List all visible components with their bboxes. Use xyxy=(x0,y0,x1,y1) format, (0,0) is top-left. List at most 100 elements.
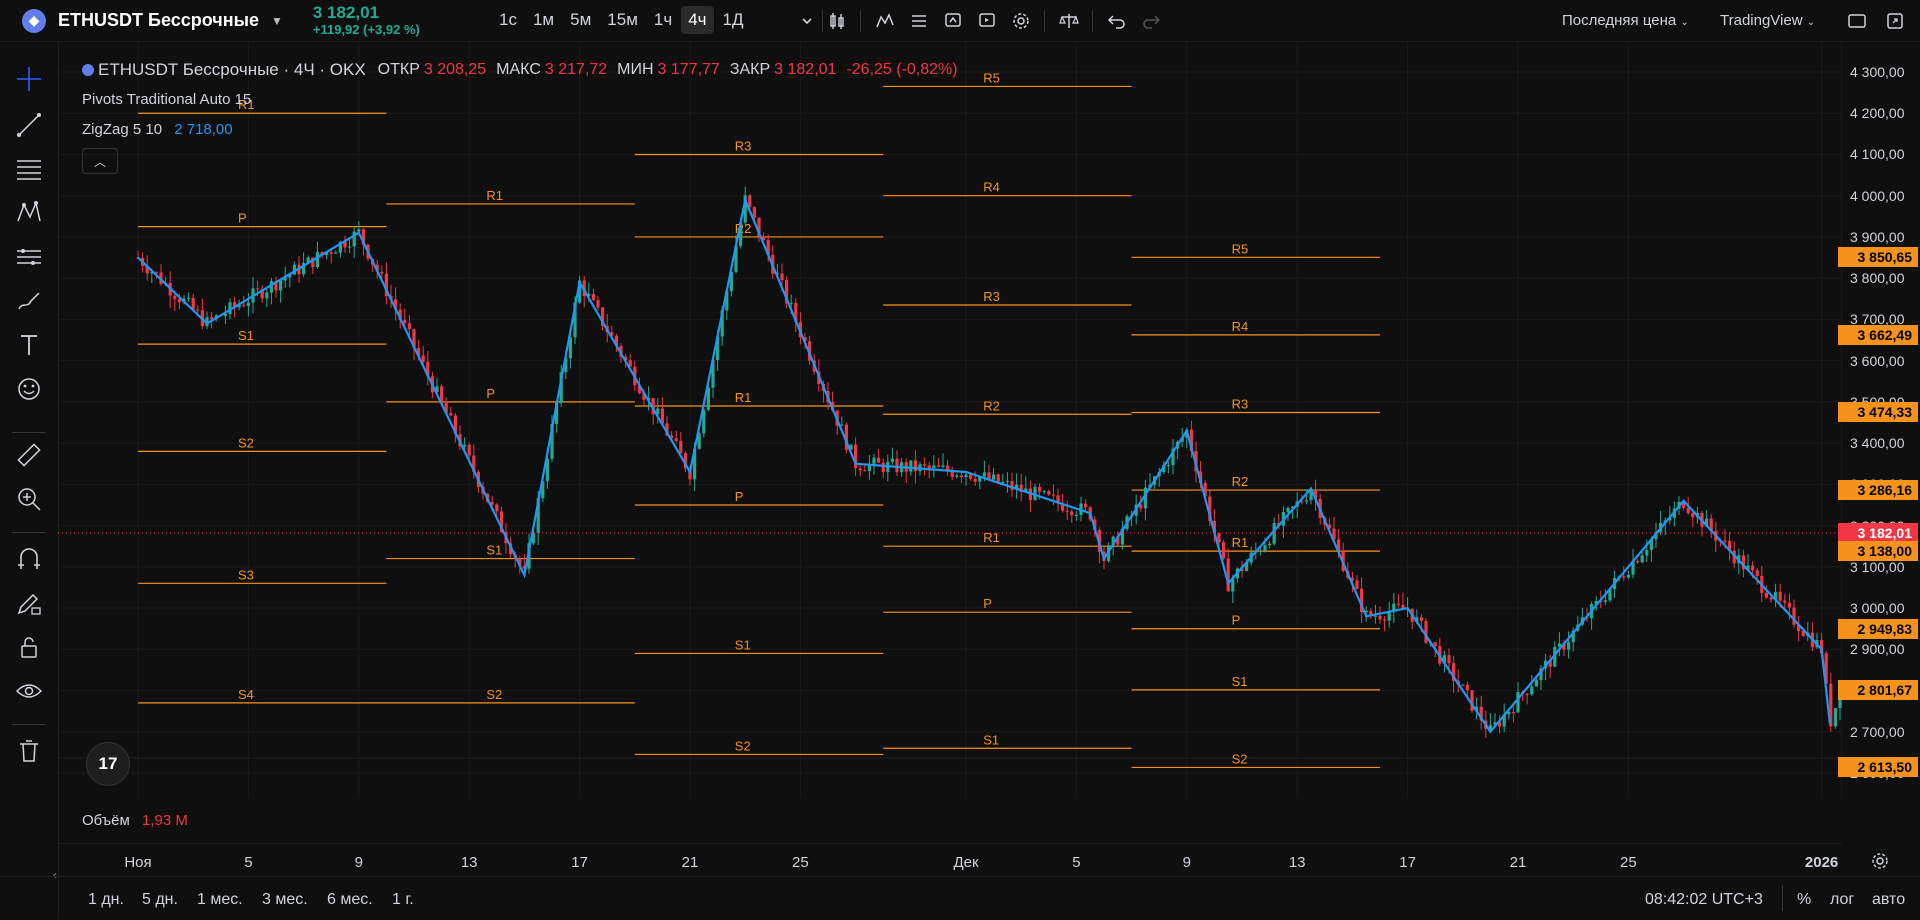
trend-line-icon[interactable] xyxy=(14,110,44,140)
log-toggle[interactable]: лог xyxy=(1830,891,1854,909)
candle-body xyxy=(881,462,885,472)
range-button-1[interactable]: 5 дн. xyxy=(142,891,178,909)
percent-toggle[interactable]: % xyxy=(1797,891,1811,909)
candle-body xyxy=(895,458,899,473)
interval-2[interactable]: 5м xyxy=(563,6,598,34)
candle-body xyxy=(1258,550,1262,552)
clock[interactable]: 08:42:02 UTC+3 xyxy=(1645,891,1763,909)
redo-icon[interactable] xyxy=(1140,10,1162,32)
candle-body xyxy=(1516,692,1520,713)
interval-0[interactable]: 1с xyxy=(492,6,524,34)
lock-drawing-icon[interactable] xyxy=(14,588,44,618)
interval-3[interactable]: 15м xyxy=(600,6,645,34)
price-type-selector[interactable]: Последняя цена ⌄ xyxy=(1562,12,1689,29)
candle-body xyxy=(780,273,784,281)
zigzag-label: ZigZag 5 10 xyxy=(82,121,163,138)
trash-icon[interactable] xyxy=(14,736,44,766)
interval-6[interactable]: 1Д xyxy=(716,6,751,34)
candle-body xyxy=(242,305,246,307)
candle-body xyxy=(1217,532,1221,543)
zigzag-indicator[interactable]: ZigZag 5 10 2 718,00 xyxy=(82,121,233,138)
candle-body xyxy=(1373,615,1377,617)
candle-body xyxy=(1838,699,1842,709)
time-axis[interactable]: Ноя 5 9 13 17 21 25 Дек 5 9 13 17 21 25 2026 xyxy=(58,843,1842,877)
fib-retracement-icon[interactable] xyxy=(14,154,44,184)
templates-icon[interactable] xyxy=(908,10,930,32)
auto-toggle[interactable]: авто xyxy=(1872,891,1905,909)
replay-icon[interactable] xyxy=(976,10,998,32)
settings-gear-icon[interactable] xyxy=(1010,10,1032,32)
brush-icon[interactable] xyxy=(14,286,44,316)
indicators-icon[interactable] xyxy=(874,10,896,32)
pivot-level-label: P xyxy=(1232,613,1241,628)
candle-body xyxy=(1074,514,1078,516)
brand-selector[interactable]: TradingView ⌄ xyxy=(1720,12,1815,29)
candle-body xyxy=(1764,592,1768,598)
time-axis-label: 17 xyxy=(571,854,588,871)
text-icon[interactable] xyxy=(14,330,44,360)
price-axis-label: 4 200,00 xyxy=(1850,105,1905,122)
range-button-4[interactable]: 6 мес. xyxy=(327,891,373,909)
candle-body xyxy=(1084,503,1088,508)
candle-body xyxy=(973,478,977,482)
candle-body xyxy=(955,475,959,477)
price-level-badge: 3 662,49 xyxy=(1838,324,1918,345)
time-axis-label: 17 xyxy=(1399,854,1416,871)
symbol-name: ETHUSDT Бессрочные xyxy=(58,10,259,30)
high-value: 3 217,72 xyxy=(544,61,608,78)
zoom-in-icon[interactable] xyxy=(14,484,44,514)
crosshair-icon[interactable] xyxy=(14,64,44,94)
interval-5[interactable]: 4ч xyxy=(681,6,714,34)
forecast-icon[interactable] xyxy=(14,242,44,272)
price-chart[interactable]: P S1 S2 S3 S4 R1 R1 P S1 S2 R3 R2 R1 P S1 S2 R5 R4 R3 R2 R1 P… xyxy=(58,42,1842,798)
candle-body xyxy=(1622,576,1626,578)
interval-4[interactable]: 1ч xyxy=(647,6,679,34)
axis-settings-gear-icon[interactable] xyxy=(1870,851,1890,871)
candle-body xyxy=(265,292,269,299)
candle-body xyxy=(1378,615,1382,620)
close-value: 3 182,01 xyxy=(774,61,837,78)
ruler-icon[interactable] xyxy=(14,440,44,470)
candle-body xyxy=(1686,507,1690,514)
layout-icon[interactable] xyxy=(1846,10,1868,32)
emoji-icon[interactable] xyxy=(14,374,44,404)
interval-1[interactable]: 1м xyxy=(526,6,561,34)
range-button-2[interactable]: 1 мес. xyxy=(197,891,243,909)
fullscreen-icon[interactable] xyxy=(1884,10,1906,32)
eye-icon[interactable] xyxy=(14,676,44,706)
alert-icon[interactable] xyxy=(942,10,964,32)
range-button-3[interactable]: 3 мес. xyxy=(262,891,308,909)
pivot-level-label: R1 xyxy=(486,188,503,203)
pivot-level-label: R3 xyxy=(983,289,1000,304)
candle-body xyxy=(1433,642,1437,647)
price-axis-label: 2 700,00 xyxy=(1850,723,1905,740)
candle-body xyxy=(1355,580,1359,589)
candle-body xyxy=(1755,570,1759,576)
symbol-search[interactable]: ◆ ETHUSDT Бессрочные ▼ xyxy=(0,0,283,42)
candle-body xyxy=(1047,491,1051,495)
legend-collapse-button[interactable]: ︿ xyxy=(82,148,118,174)
pivot-level-label: S2 xyxy=(735,738,751,753)
compare-scale-icon[interactable] xyxy=(1058,10,1080,32)
range-button-0[interactable]: 1 дн. xyxy=(88,891,124,909)
undo-icon[interactable] xyxy=(1106,10,1128,32)
price-axis-label: 3 600,00 xyxy=(1850,352,1905,369)
candle-body xyxy=(1038,486,1042,492)
pattern-icon[interactable] xyxy=(14,198,44,228)
price-axis-label: 3 100,00 xyxy=(1850,558,1905,575)
pivot-level-label: P xyxy=(983,596,992,611)
pivots-indicator-label[interactable]: Pivots Traditional Auto 15 xyxy=(82,91,251,108)
magnet-icon[interactable] xyxy=(14,544,44,574)
candle-body xyxy=(1383,619,1387,621)
low-value: 3 177,77 xyxy=(657,61,720,78)
interval-dropdown-icon[interactable] xyxy=(796,10,818,32)
candle-body xyxy=(1723,540,1727,542)
chevron-down-icon[interactable]: ▼ xyxy=(271,14,283,28)
volume-value: 1,93 M xyxy=(141,812,188,829)
candles-chart-type-icon[interactable] xyxy=(826,10,848,32)
unlock-icon[interactable] xyxy=(14,632,44,662)
volume-legend: Объём 1,93 M xyxy=(82,812,188,829)
candle-body xyxy=(256,288,260,290)
range-button-5[interactable]: 1 г. xyxy=(392,891,414,909)
tradingview-logo-icon[interactable]: 17 xyxy=(86,742,130,786)
